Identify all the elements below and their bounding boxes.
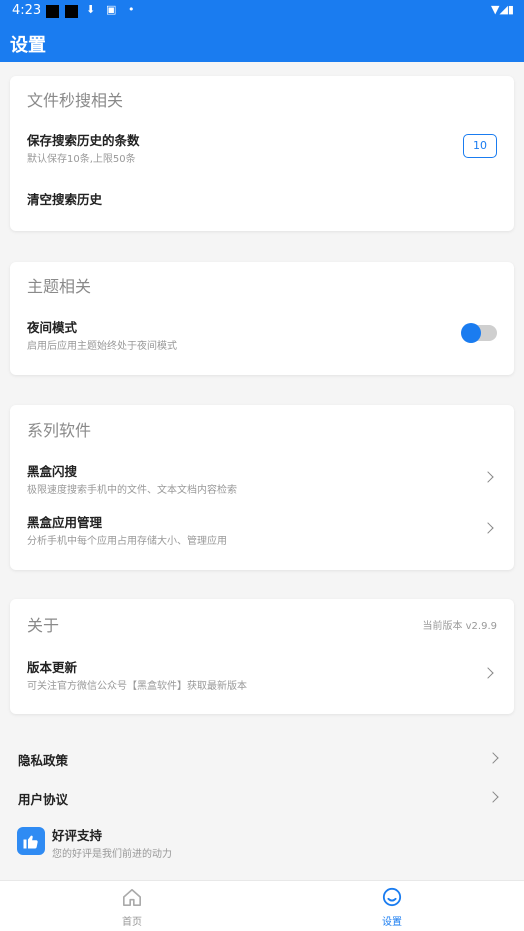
row-title: 黑盒应用管理 [27, 515, 103, 530]
card-title: 文件秒搜相关 [27, 91, 124, 110]
status-bar: 4:23 ⬇ ▣ • ▼◢▮ [0, 0, 524, 22]
smiley-icon [382, 887, 402, 907]
notification-icon [65, 5, 78, 18]
series-item-heihe-search[interactable]: 黑盒闪搜 极限速度搜索手机中的文件、文本文档内容检索 [10, 455, 514, 499]
rate-support-row[interactable]: 好评支持 您的好评是我们前进的动力 [0, 818, 524, 866]
download-icon: ⬇ [86, 3, 96, 16]
chevron-right-icon [487, 752, 499, 764]
version-label: 当前版本 v2.9.9 [422, 621, 497, 632]
card-title: 系列软件 [27, 421, 92, 440]
app-notification-icon: ▣ [106, 3, 117, 16]
row-title: 用户协议 [18, 792, 69, 807]
row-title: 夜间模式 [27, 320, 78, 335]
notification-icon [46, 5, 59, 18]
app-bar: 设置 [0, 22, 524, 62]
chevron-right-icon [482, 667, 494, 679]
row-subtitle: 分析手机中每个应用占用存储大小、管理应用 [27, 536, 227, 547]
row-subtitle: 启用后应用主题始终处于夜间模式 [27, 341, 177, 352]
chevron-right-icon [487, 791, 499, 803]
row-subtitle: 您的好评是我们前进的动力 [52, 849, 172, 860]
series-software-card: 系列软件 黑盒闪搜 极限速度搜索手机中的文件、文本文档内容检索 黑盒应用管理 分… [10, 405, 514, 570]
toggle-knob [461, 323, 481, 343]
row-title: 隐私政策 [18, 753, 69, 768]
row-title: 清空搜索历史 [27, 192, 103, 207]
card-title: 关于 [27, 616, 60, 635]
theme-settings-card: 主题相关 夜间模式 启用后应用主题始终处于夜间模式 [10, 262, 514, 375]
about-card: 关于 当前版本 v2.9.9 版本更新 可关注官方微信公众号【黑盒软件】获取最新… [10, 599, 514, 714]
nav-home[interactable]: 首页 [102, 887, 162, 928]
history-count-row[interactable]: 保存搜索历史的条数 默认保存10条,上限50条 10 [10, 120, 514, 165]
row-title: 版本更新 [27, 660, 78, 675]
nav-settings[interactable]: 设置 [362, 887, 422, 928]
row-title: 保存搜索历史的条数 [27, 133, 140, 148]
version-update-row[interactable]: 版本更新 可关注官方微信公众号【黑盒软件】获取最新版本 [10, 651, 514, 695]
series-item-heihe-app-manager[interactable]: 黑盒应用管理 分析手机中每个应用占用存储大小、管理应用 [10, 506, 514, 550]
status-time: 4:23 [12, 3, 42, 18]
chevron-right-icon [482, 522, 494, 534]
nav-label: 首页 [122, 917, 142, 928]
night-mode-toggle[interactable] [461, 323, 497, 343]
home-icon [123, 888, 141, 906]
thumbs-up-icon [17, 827, 45, 855]
bottom-navigation: 首页 设置 [0, 880, 524, 931]
row-title: 好评支持 [52, 828, 103, 843]
page-title: 设置 [10, 35, 46, 56]
row-subtitle: 默认保存10条,上限50条 [27, 154, 136, 165]
signal-battery-icon: ▼◢▮ [491, 3, 514, 16]
dot-icon: • [128, 3, 135, 16]
row-title: 黑盒闪搜 [27, 464, 78, 479]
nav-label: 设置 [382, 917, 402, 928]
card-title: 主题相关 [27, 277, 92, 296]
user-agreement-row[interactable]: 用户协议 [0, 778, 524, 814]
search-settings-card: 文件秒搜相关 保存搜索历史的条数 默认保存10条,上限50条 10 清空搜索历史 [10, 76, 514, 231]
chevron-right-icon [482, 471, 494, 483]
privacy-policy-row[interactable]: 隐私政策 [0, 740, 524, 776]
clear-history-row[interactable]: 清空搜索历史 [10, 180, 514, 216]
history-count-value[interactable]: 10 [463, 134, 497, 158]
row-subtitle: 可关注官方微信公众号【黑盒软件】获取最新版本 [27, 681, 247, 692]
row-subtitle: 极限速度搜索手机中的文件、文本文档内容检索 [27, 485, 237, 496]
